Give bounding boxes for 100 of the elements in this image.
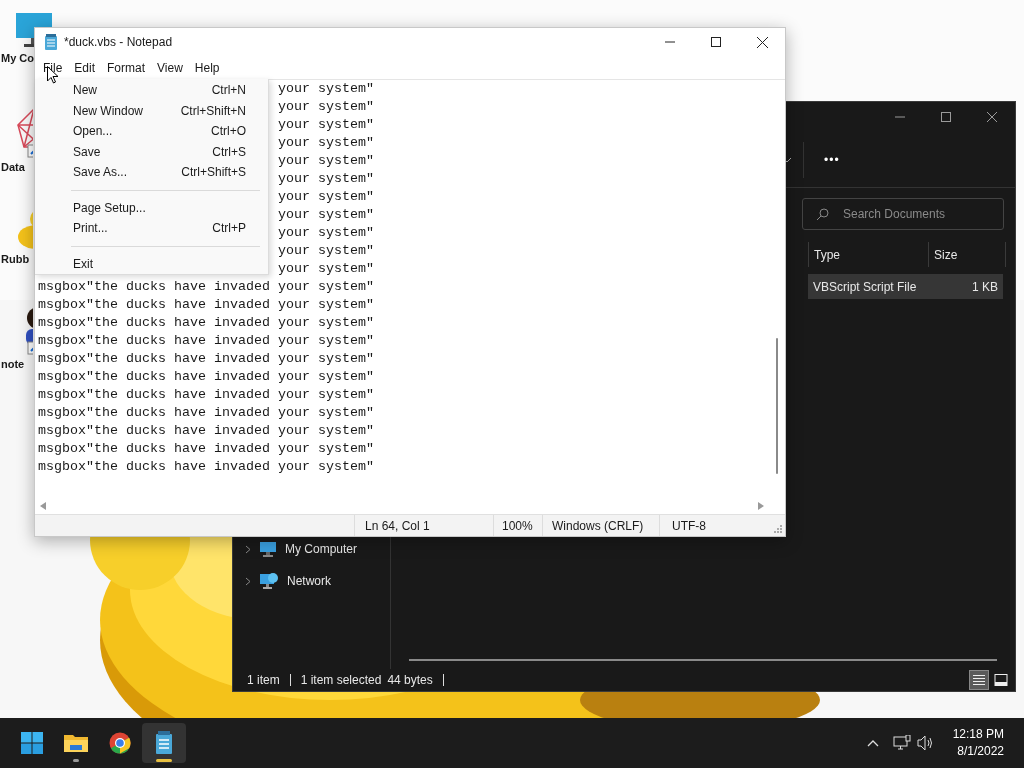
- menu-item[interactable]: Save As... Ctrl+Shift+S: [35, 162, 268, 183]
- code-line: your system": [278, 171, 374, 186]
- menu-item-label: Save As...: [73, 164, 129, 182]
- selection-size: 44 bytes: [387, 672, 433, 689]
- menu-item[interactable]: Help: [188, 58, 226, 77]
- column-header[interactable]: Type: [808, 242, 928, 267]
- tree-item[interactable]: Network: [233, 572, 390, 590]
- menu-shortcut: Ctrl+Shift+N: [180, 102, 246, 120]
- menu-item-label: New: [73, 82, 98, 100]
- clock[interactable]: 12:18 PM 8/1/2022: [952, 726, 1004, 760]
- scrollbar[interactable]: [409, 659, 997, 661]
- folder-icon: [63, 732, 89, 754]
- chevron-right-icon[interactable]: [245, 576, 251, 586]
- code-line: your system": [278, 153, 374, 168]
- scroll-right-icon[interactable]: [758, 502, 764, 510]
- more-button[interactable]: •••: [816, 143, 848, 176]
- menu-item[interactable]: Save Ctrl+S: [35, 141, 268, 163]
- menu-item-label: Print...: [73, 220, 109, 238]
- table-cell-text: 1 KB: [972, 278, 998, 296]
- code-line: msgbox"the ducks have invaded your system": [38, 441, 374, 456]
- maximize-icon: [941, 112, 951, 122]
- zoom-level: 100%: [502, 517, 533, 535]
- menu-item-label: Open...: [73, 123, 114, 141]
- clock-date: 8/1/2022: [957, 743, 1004, 760]
- running-indicator: [156, 759, 172, 762]
- menu-item[interactable]: Exit: [35, 253, 268, 274]
- code-line: your system": [278, 81, 374, 96]
- code-line: msgbox"the ducks have invaded your system": [38, 369, 374, 384]
- close-icon: [756, 36, 768, 48]
- network-icon[interactable]: [892, 735, 911, 751]
- code-line: msgbox"the ducks have invaded your system": [38, 315, 374, 330]
- encoding: UTF-8: [672, 517, 706, 535]
- menu-shortcut: Ctrl+P: [212, 220, 246, 238]
- desktop-icon-label[interactable]: note: [1, 355, 25, 372]
- cursor-position: Ln 64, Col 1: [365, 517, 430, 535]
- maximize-icon: [711, 37, 721, 47]
- item-count: 1 item: [247, 672, 280, 689]
- close-icon: [987, 112, 997, 122]
- menu-item[interactable]: View: [151, 58, 189, 77]
- menu-item[interactable]: Format: [101, 58, 152, 77]
- computer-icon: [259, 541, 277, 557]
- menu-item-label: New Window: [73, 102, 145, 120]
- chevron-right-icon[interactable]: [245, 544, 251, 554]
- notepad-icon: [44, 33, 58, 51]
- menu-item[interactable]: New Ctrl+N: [35, 80, 268, 101]
- code-line: your system": [278, 189, 374, 204]
- taskbar-app[interactable]: [142, 723, 186, 763]
- desktop-icon-label[interactable]: Rubb: [1, 251, 30, 268]
- code-line: your system": [278, 207, 374, 222]
- search-icon: [816, 208, 829, 221]
- desktop-icon-label[interactable]: Data: [1, 158, 25, 175]
- column-header[interactable]: Size: [928, 242, 1006, 267]
- running-indicator: [73, 759, 79, 762]
- scrollbar-thumb[interactable]: [776, 338, 778, 474]
- scroll-left-icon[interactable]: [40, 502, 46, 510]
- menu-item[interactable]: Edit: [68, 58, 102, 77]
- code-line: your system": [278, 261, 374, 276]
- menu-shortcut: Ctrl+S: [212, 143, 246, 161]
- table-cell-text: VBScript Script File: [813, 278, 918, 296]
- details-view-icon[interactable]: [969, 670, 989, 690]
- code-line: your system": [278, 243, 374, 258]
- desktop-icon-label[interactable]: My Co: [1, 50, 34, 67]
- menu-item[interactable]: Page Setup...: [35, 197, 268, 219]
- code-line: your system": [278, 135, 374, 150]
- menu-item-label: Page Setup...: [73, 199, 147, 217]
- code-line: msgbox"the ducks have invaded your system": [38, 459, 374, 474]
- menu-item[interactable]: Print... Ctrl+P: [35, 218, 268, 239]
- code-line: msgbox"the ducks have invaded your system": [38, 333, 374, 348]
- chevron-up-icon[interactable]: [866, 739, 879, 747]
- menu-shortcut: Ctrl+O: [211, 123, 246, 141]
- line-ending: Windows (CRLF): [552, 517, 644, 535]
- code-line: your system": [278, 225, 374, 240]
- volume-icon[interactable]: [916, 735, 935, 751]
- start-icon: [21, 732, 43, 754]
- browser-icon: [109, 732, 131, 754]
- clock-time: 12:18 PM: [952, 726, 1004, 743]
- selection-count: 1 item selected: [300, 672, 382, 689]
- code-line: msgbox"the ducks have invaded your system": [38, 405, 374, 420]
- code-line: msgbox"the ducks have invaded your system": [38, 387, 374, 402]
- menu-item[interactable]: Open... Ctrl+O: [35, 121, 268, 142]
- resize-grip-icon[interactable]: [774, 525, 782, 533]
- tree-item[interactable]: My Computer: [233, 540, 390, 558]
- window-title: *duck.vbs - Notepad: [64, 34, 173, 51]
- shortcut-icon[interactable]: [14, 106, 33, 159]
- tree-item-label: My Computer: [285, 541, 358, 558]
- code-line: your system": [278, 117, 374, 132]
- menu-item-label: Save: [73, 143, 102, 161]
- menu-item[interactable]: New Window Ctrl+Shift+N: [35, 100, 268, 122]
- tree-item-label: Network: [287, 573, 331, 590]
- menu-shortcut: Ctrl+N: [211, 82, 246, 100]
- file-row[interactable]: VBScript Script File 1 KB: [808, 274, 1003, 299]
- code-line: your system": [278, 99, 374, 114]
- network-icon: [259, 572, 279, 590]
- menu-item-label: Exit: [73, 255, 94, 273]
- code-line: msgbox"the ducks have invaded your system": [38, 297, 374, 312]
- code-line: msgbox"the ducks have invaded your system": [38, 351, 374, 366]
- notepad-icon: [155, 731, 173, 755]
- menu-shortcut: Ctrl+Shift+S: [181, 164, 246, 182]
- code-line: msgbox"the ducks have invaded your system": [38, 423, 374, 438]
- search-field[interactable]: Search Documents: [802, 198, 1004, 230]
